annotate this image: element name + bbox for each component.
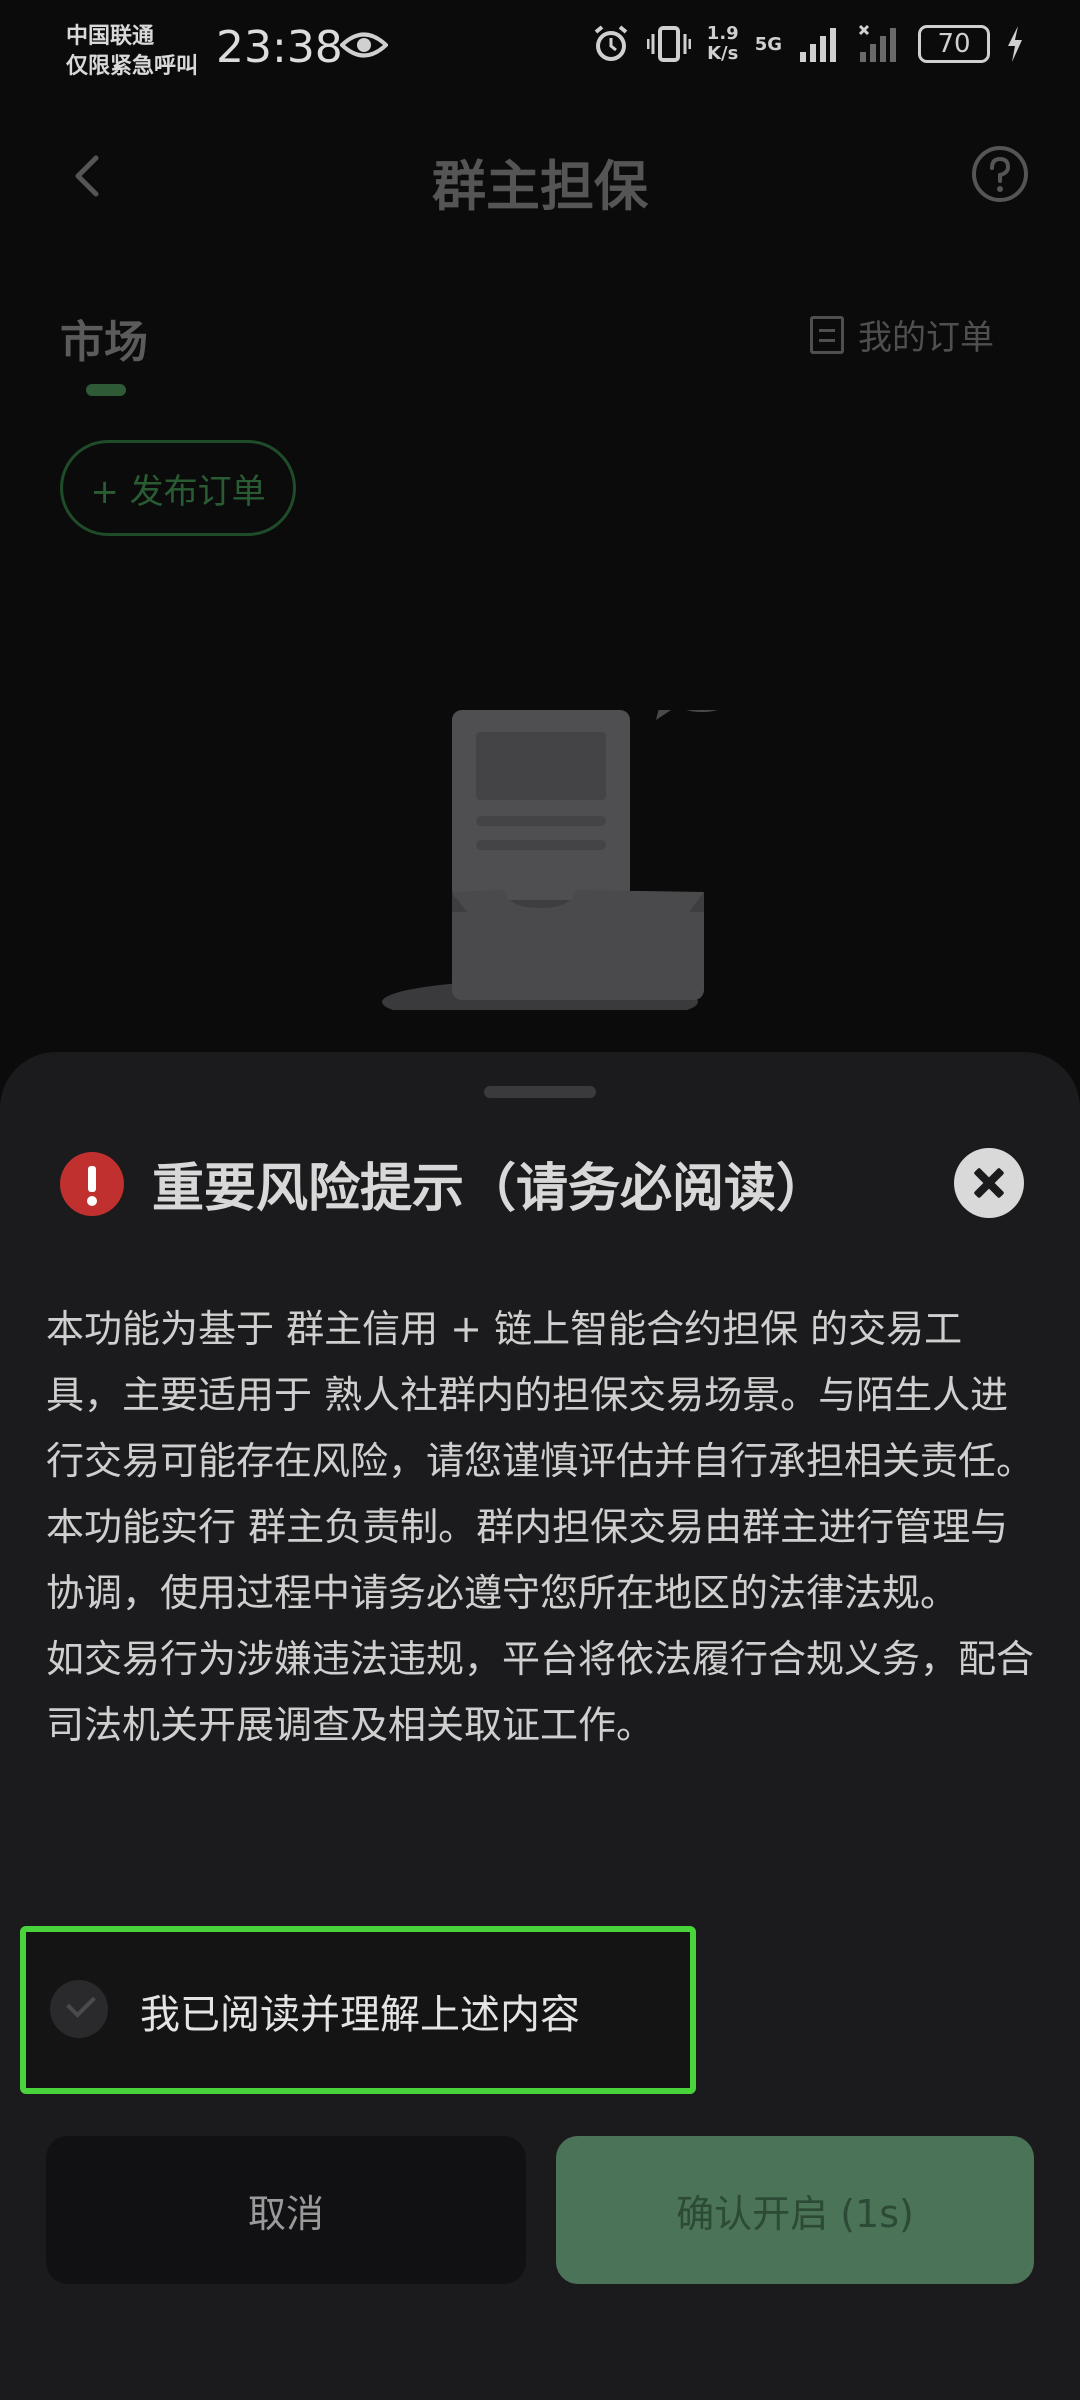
confirm-enable-button[interactable]: 确认开启 (1s) (556, 2136, 1034, 2284)
carrier-name: 中国联通 (66, 24, 155, 49)
cancel-button[interactable]: 取消 (46, 2136, 526, 2284)
close-icon[interactable] (954, 1148, 1024, 1218)
alarm-icon (594, 25, 628, 61)
carrier-status: 仅限紧急呼叫 (66, 54, 199, 79)
notice-paragraph: 本功能实行 群主负责制。群内担保交易由群主进行管理与协调，使用过程中请务必遵守您… (46, 1505, 1009, 1615)
empty-inbox-illustration (382, 710, 718, 1010)
network-speed-value: 1.9 (706, 23, 739, 44)
tab-indicator (86, 384, 126, 396)
notice-paragraph: 本功能为基于 群主信用 + 链上智能合约担保 的交易工具，主要适用于 熟人社群内… (46, 1307, 1035, 1483)
network-speed-unit: K/s (707, 43, 739, 64)
dialog-title: 重要风险提示（请务必阅读） (152, 1159, 829, 1219)
status-bar: 中国联通 仅限紧急呼叫 23:38 1.9 K/s 5G 70 (0, 0, 1080, 110)
carrier-info: 中国联通 仅限紧急呼叫 (66, 22, 198, 82)
page-title: 群主担保 (432, 155, 648, 218)
sheet-drag-handle[interactable] (484, 1086, 596, 1098)
network-type: 5G (754, 33, 782, 55)
publish-order-button[interactable]: + 发布订单 (60, 440, 296, 536)
eye-icon (340, 32, 388, 58)
agree-checkbox-row[interactable]: 我已阅读并理解上述内容 (20, 1926, 696, 2094)
risk-notice-text: 本功能为基于 群主信用 + 链上智能合约担保 的交易工具，主要适用于 熟人社群内… (46, 1296, 1036, 1758)
warning-icon (60, 1152, 124, 1216)
vibrate-icon (646, 26, 691, 62)
help-icon[interactable] (970, 144, 1030, 204)
my-orders-link[interactable]: 我的订单 (810, 310, 994, 359)
clock: 23:38 (216, 22, 343, 73)
network-speed: 1.9 K/s (707, 24, 739, 64)
document-icon (810, 315, 844, 354)
signal-no-service-icon (858, 24, 896, 62)
tab-market[interactable]: 市场 (60, 306, 148, 370)
system-icons: 1.9 K/s 5G 70 (591, 24, 1024, 64)
battery-indicator: 70 (918, 25, 990, 63)
charging-icon (1008, 26, 1022, 62)
signal-icon (800, 28, 836, 62)
notice-paragraph: 如交易行为涉嫌违法违规，平台将依法履行合规义务，配合司法机关开展调查及相关取证工… (46, 1637, 1035, 1747)
agree-label: 我已阅读并理解上述内容 (140, 1992, 580, 2038)
agree-checkbox[interactable] (50, 1980, 108, 2038)
my-orders-label: 我的订单 (858, 318, 994, 358)
